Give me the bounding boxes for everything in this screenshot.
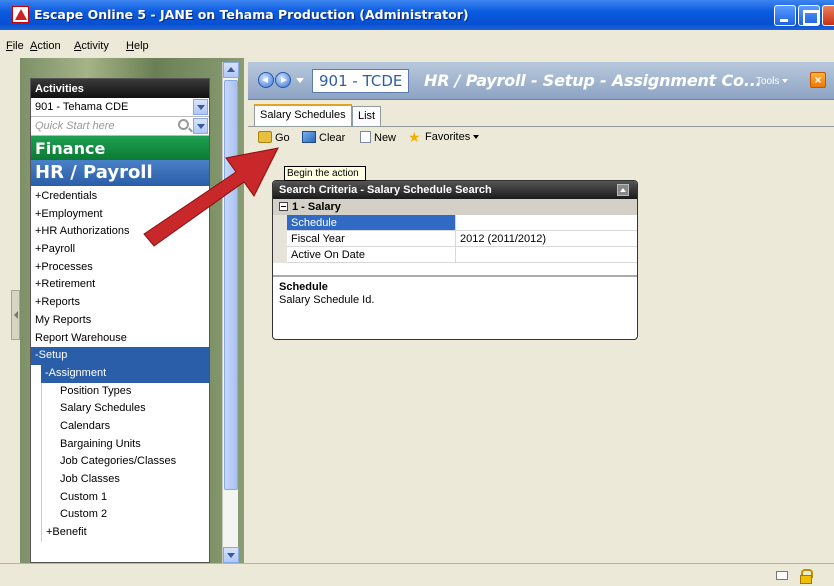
- clear-icon: [302, 131, 316, 143]
- fiscal-year-input[interactable]: 2012 (2011/2012): [456, 231, 637, 247]
- chevron-down-icon: [782, 79, 789, 83]
- menu-activity[interactable]: Activity: [74, 40, 109, 52]
- close-panel-icon[interactable]: ×: [810, 72, 826, 88]
- district-badge: 901 - TCDE: [312, 69, 410, 93]
- criteria-row-schedule[interactable]: Schedule: [273, 215, 637, 231]
- nav-item-assignment[interactable]: -Assignment: [41, 364, 209, 383]
- close-button[interactable]: [822, 5, 834, 26]
- left-collapse-handle[interactable]: [11, 290, 20, 340]
- nav-item-position-types[interactable]: Position Types: [41, 382, 209, 401]
- activities-header: Activities: [31, 79, 209, 98]
- clear-button[interactable]: Clear: [302, 131, 345, 144]
- title-bar: Escape Online 5 - JANE on Tehama Product…: [0, 0, 834, 30]
- district-combo-value: 901 - Tehama CDE: [35, 101, 129, 113]
- window-title: Escape Online 5 - JANE on Tehama Product…: [34, 7, 469, 22]
- status-bar: [0, 563, 834, 586]
- description-title: Schedule: [279, 281, 328, 293]
- favorites-label: Favorites: [425, 131, 471, 143]
- minimize-button[interactable]: [774, 5, 796, 26]
- criteria-label: Active On Date: [287, 247, 456, 263]
- tools-label: Tools: [756, 76, 780, 87]
- new-label: New: [374, 132, 397, 144]
- active-on-date-input[interactable]: [456, 247, 637, 263]
- menu-bar: File Action Activity Help: [0, 30, 834, 58]
- content-header: 901 - TCDE HR / Payroll - Setup - Assign…: [248, 62, 834, 100]
- nav-item-report-warehouse[interactable]: Report Warehouse: [31, 330, 209, 348]
- criteria-row-fiscal-year[interactable]: Fiscal Year 2012 (2011/2012): [273, 231, 637, 247]
- menu-action[interactable]: Action: [30, 40, 61, 52]
- new-document-icon: [360, 131, 371, 143]
- lock-icon: [800, 569, 813, 584]
- menu-file[interactable]: File: [6, 40, 24, 52]
- group-label: 1 - Salary: [292, 201, 341, 213]
- schedule-input[interactable]: [456, 215, 637, 231]
- group-salary[interactable]: 1 - Salary: [273, 199, 637, 215]
- favorites-button[interactable]: ★ Favorites: [408, 129, 480, 145]
- nav-item-retirement[interactable]: +Retirement: [31, 276, 209, 294]
- quick-start-placeholder: Quick Start here: [35, 120, 115, 132]
- scroll-down-icon[interactable]: [223, 547, 239, 563]
- forward-icon[interactable]: [275, 72, 291, 88]
- nav-item-benefit[interactable]: +Benefit: [41, 524, 209, 542]
- go-tooltip: Begin the action: [284, 166, 366, 181]
- nav-item-custom-1[interactable]: Custom 1: [41, 488, 209, 507]
- tools-menu[interactable]: Tools: [756, 76, 789, 87]
- collapse-icon[interactable]: [617, 184, 629, 196]
- menu-help[interactable]: Help: [126, 40, 149, 52]
- nav-item-calendars[interactable]: Calendars: [41, 417, 209, 436]
- search-panel-title: Search Criteria - Salary Schedule Search: [279, 184, 492, 196]
- mail-icon[interactable]: [776, 571, 788, 580]
- star-icon: ★: [408, 129, 421, 145]
- action-toolbar: Go Clear New ★ Favorites: [248, 126, 834, 148]
- scroll-up-icon[interactable]: [223, 62, 239, 78]
- history-dropdown-icon[interactable]: [296, 78, 304, 83]
- nav-item-job-categories-classes[interactable]: Job Categories/Classes: [41, 453, 209, 471]
- district-combo[interactable]: 901 - Tehama CDE: [31, 98, 209, 117]
- nav-item-salary-schedules[interactable]: Salary Schedules: [41, 400, 209, 418]
- nav-item-reports[interactable]: +Reports: [31, 294, 209, 312]
- search-criteria-panel: Search Criteria - Salary Schedule Search…: [272, 180, 638, 340]
- chevron-down-icon: [473, 135, 480, 139]
- back-icon[interactable]: [258, 72, 274, 88]
- clear-label: Clear: [319, 132, 346, 144]
- new-button[interactable]: New: [360, 131, 396, 144]
- description-text: Salary Schedule Id.: [279, 294, 375, 306]
- app-logo-icon: [12, 6, 29, 23]
- nav-item-setup[interactable]: -Setup: [31, 347, 209, 365]
- chevron-down-icon[interactable]: [193, 99, 208, 115]
- breadcrumb: HR / Payroll - Setup - Assignment Co...: [424, 71, 762, 90]
- search-panel-header: Search Criteria - Salary Schedule Search: [273, 181, 637, 199]
- maximize-button[interactable]: [798, 5, 820, 26]
- criteria-label: Fiscal Year: [287, 231, 456, 247]
- criteria-label: Schedule: [287, 215, 456, 231]
- criteria-row-active-on-date[interactable]: Active On Date: [273, 247, 637, 263]
- nav-item-bargaining-units[interactable]: Bargaining Units: [41, 435, 209, 454]
- tab-list[interactable]: List: [352, 106, 382, 126]
- annotation-arrow-icon: [143, 147, 279, 247]
- nav-item-processes[interactable]: +Processes: [31, 259, 209, 277]
- nav-item-job-classes[interactable]: Job Classes: [41, 471, 209, 489]
- field-description: Schedule Salary Schedule Id.: [273, 275, 637, 310]
- nav-item-custom-2[interactable]: Custom 2: [41, 506, 209, 525]
- nav-item-my-reports[interactable]: My Reports: [31, 312, 209, 330]
